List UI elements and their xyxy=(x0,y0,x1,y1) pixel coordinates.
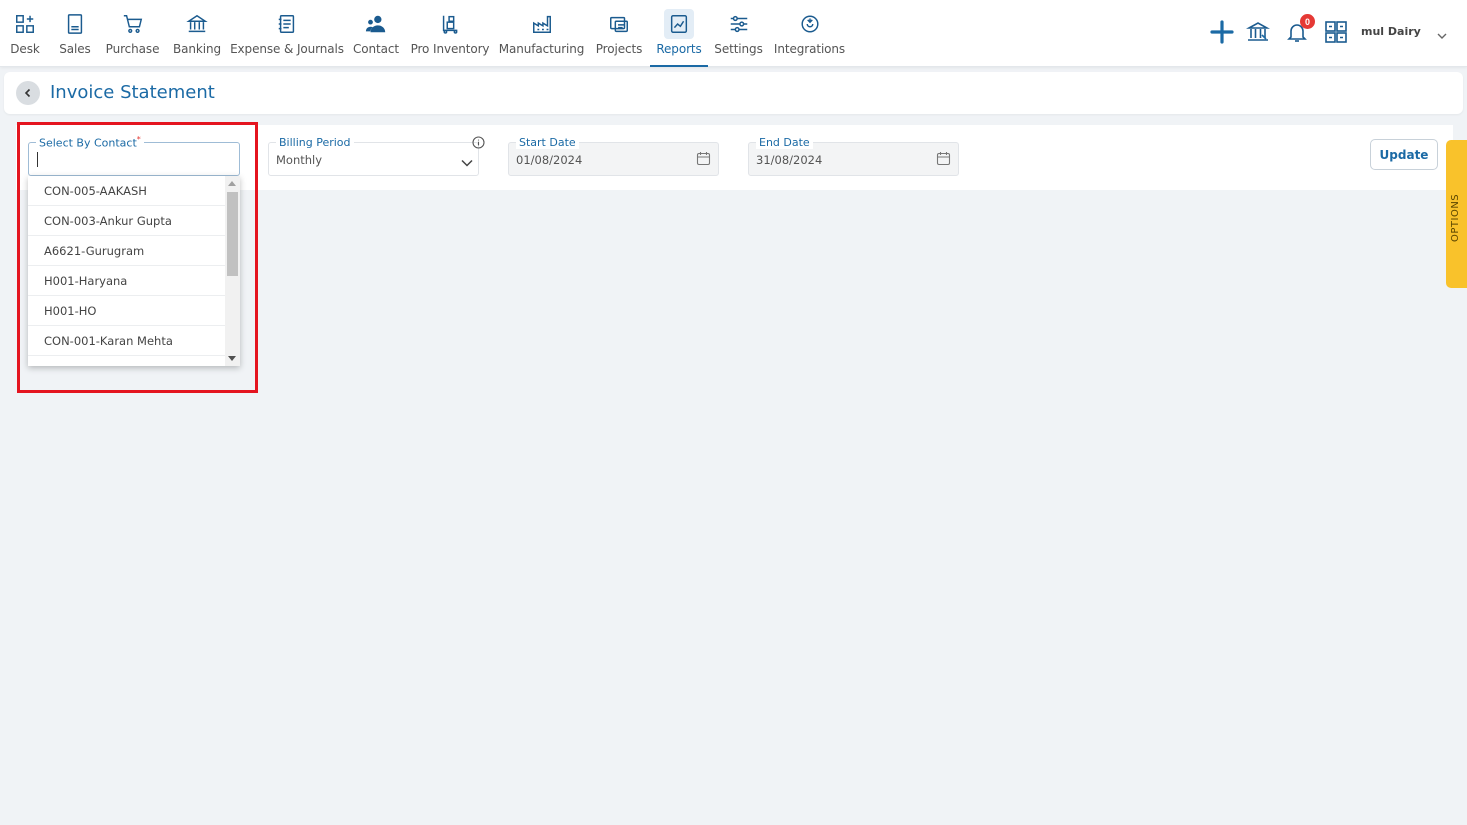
plus-icon xyxy=(1210,20,1234,44)
nav-item-purchase[interactable]: Purchase xyxy=(106,0,159,67)
journal-icon xyxy=(272,9,302,39)
info-icon[interactable] xyxy=(472,136,485,154)
start-date-field[interactable]: Start Date 01/08/2024 xyxy=(508,136,719,176)
contact-field-label: Select By Contact* xyxy=(36,135,144,150)
text-caret xyxy=(37,152,38,167)
chevron-down-icon xyxy=(461,154,473,172)
nav-item-settings[interactable]: Settings xyxy=(714,0,763,67)
billing-period-select[interactable]: Billing Period Monthly xyxy=(268,136,479,176)
end-date-label: End Date xyxy=(756,136,813,149)
sales-icon xyxy=(60,9,90,39)
update-button[interactable]: Update xyxy=(1370,139,1438,170)
chevron-down-icon[interactable] xyxy=(1437,27,1447,45)
chevron-left-icon xyxy=(24,88,31,98)
nav-label: Purchase xyxy=(105,42,160,56)
reports-icon xyxy=(664,9,694,39)
top-navigation: Desk Sales Purchase Banking Expense & Jo… xyxy=(0,0,1467,67)
contacts-icon xyxy=(361,9,391,39)
list-item[interactable]: A6621-Gurugram xyxy=(28,236,225,266)
page-title: Invoice Statement xyxy=(50,82,215,103)
settings-sliders-icon xyxy=(724,9,754,39)
nav-label: Banking xyxy=(173,42,221,56)
list-item[interactable]: CON-003-Ankur Gupta xyxy=(28,206,225,236)
desk-icon xyxy=(10,9,40,39)
bank-icon xyxy=(182,9,212,39)
scroll-down-arrow-icon[interactable] xyxy=(228,356,236,361)
nav-item-projects[interactable]: Projects xyxy=(596,0,642,67)
list-item[interactable]: H001-Haryana xyxy=(28,266,225,296)
end-date-value: 31/08/2024 xyxy=(756,153,823,167)
nav-item-sales[interactable]: Sales xyxy=(58,0,92,67)
nav-item-integrations[interactable]: Integrations xyxy=(773,0,846,67)
scroll-thumb[interactable] xyxy=(227,192,238,276)
nav-label: Expense & Journals xyxy=(230,42,344,56)
nav-item-banking[interactable]: Banking xyxy=(173,0,221,67)
nav-label: Manufacturing xyxy=(498,42,585,56)
start-date-label: Start Date xyxy=(516,136,579,149)
nav-label: Contact xyxy=(353,42,399,56)
required-mark: * xyxy=(136,135,141,144)
nav-item-contact[interactable]: Contact xyxy=(353,0,399,67)
list-item[interactable]: H001-HO xyxy=(28,296,225,326)
nav-label: Reports xyxy=(656,42,702,56)
list-item[interactable]: CON-006-Manish xyxy=(28,356,225,366)
company-name[interactable]: mul Dairy xyxy=(1361,25,1421,38)
calendar-icon[interactable] xyxy=(696,151,711,171)
nav-label: Pro Inventory xyxy=(410,42,490,56)
nav-label: Desk xyxy=(10,42,40,56)
end-date-field[interactable]: End Date 31/08/2024 xyxy=(748,136,959,176)
dropdown-scrollbar[interactable] xyxy=(225,176,240,366)
add-new-button[interactable] xyxy=(1208,18,1236,46)
nav-item-desk[interactable]: Desk xyxy=(8,0,42,67)
grid-icon xyxy=(1325,21,1347,43)
apps-grid-button[interactable] xyxy=(1322,18,1350,46)
list-item[interactable]: CON-001-Karan Mehta xyxy=(28,326,225,356)
nav-item-expense-journals[interactable]: Expense & Journals xyxy=(230,0,344,67)
notifications-button[interactable]: 0 xyxy=(1283,14,1315,46)
nav-item-pro-inventory[interactable]: Pro Inventory xyxy=(410,0,490,67)
nav-label: Projects xyxy=(595,42,643,56)
list-item[interactable]: CON-005-AAKASH xyxy=(28,176,225,206)
calendar-icon[interactable] xyxy=(936,151,951,171)
nav-label: Integrations xyxy=(773,42,846,56)
inventory-icon xyxy=(435,9,465,39)
page-header: Invoice Statement xyxy=(4,72,1463,114)
options-side-tab[interactable]: OPTIONS xyxy=(1446,140,1467,288)
billing-period-value: Monthly xyxy=(276,153,323,167)
back-button[interactable] xyxy=(16,81,40,105)
notification-badge: 0 xyxy=(1300,14,1315,29)
nav-item-reports[interactable]: Reports xyxy=(650,0,708,67)
nav-label: Settings xyxy=(714,42,763,56)
billing-period-label: Billing Period xyxy=(276,136,354,149)
bank-shortcut-button[interactable] xyxy=(1244,18,1272,46)
nav-label: Sales xyxy=(59,42,91,56)
cart-icon xyxy=(118,9,148,39)
options-tab-label: OPTIONS xyxy=(1450,193,1461,242)
start-date-value: 01/08/2024 xyxy=(516,153,583,167)
contact-dropdown-list: CON-005-AAKASH CON-003-Ankur Gupta A6621… xyxy=(28,176,240,366)
scroll-up-arrow-icon[interactable] xyxy=(228,181,236,186)
integrations-icon xyxy=(795,9,825,39)
projects-icon xyxy=(604,9,634,39)
manufacturing-icon xyxy=(527,9,557,39)
nav-item-manufacturing[interactable]: Manufacturing xyxy=(498,0,585,67)
bank-building-icon xyxy=(1246,22,1270,41)
